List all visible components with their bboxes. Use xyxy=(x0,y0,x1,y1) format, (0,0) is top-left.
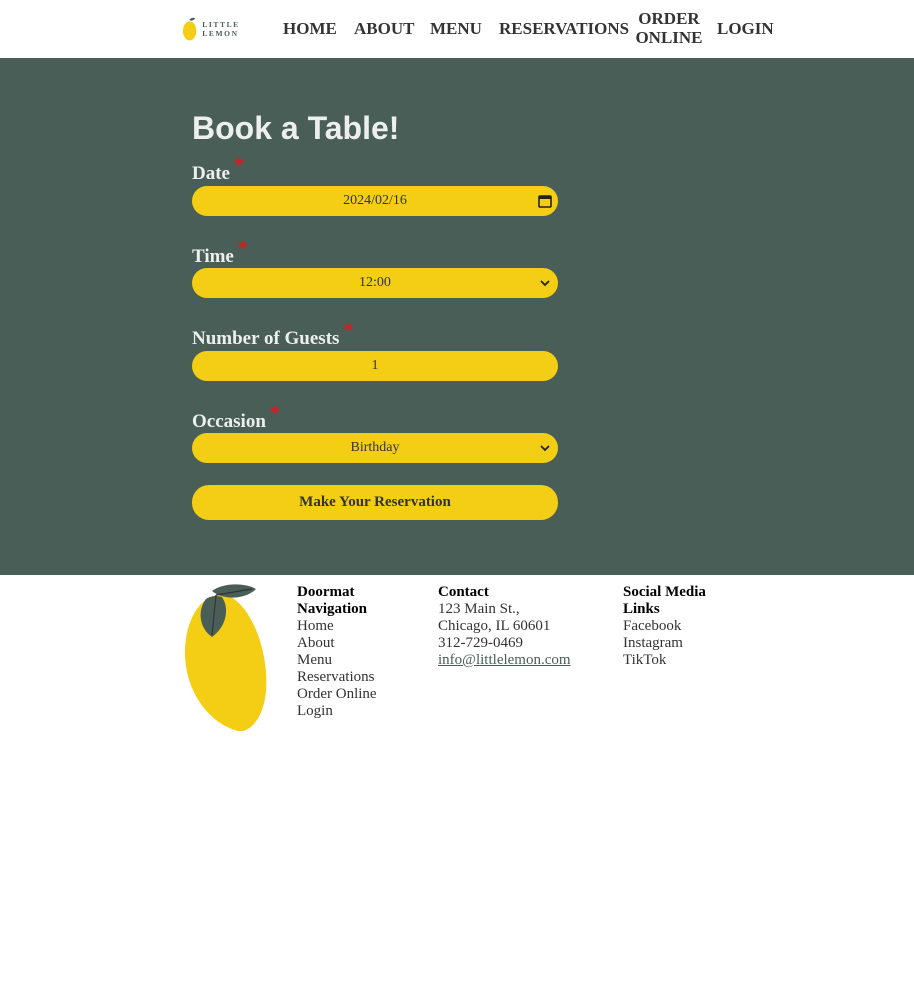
social-link-instagram[interactable]: Instagram xyxy=(623,635,723,652)
footer-link-login[interactable]: Login xyxy=(297,703,397,720)
chevron-down-icon xyxy=(540,445,550,452)
site-header: LITTLE LEMON HOME ABOUT MENU RESERVATION… xyxy=(0,0,914,58)
contact-address-line2: Chicago, IL 60601 xyxy=(438,618,551,634)
footer-navigation: Doormat Navigation Home About Menu Reser… xyxy=(297,584,397,720)
occasion-select[interactable]: Birthday xyxy=(192,433,558,463)
nav-login-link[interactable]: LOGIN xyxy=(717,19,774,38)
contact-phone: 312-729-0469 xyxy=(438,635,523,651)
footer-social-heading-line2: Links xyxy=(623,601,660,617)
time-required-mark: * xyxy=(237,237,248,259)
nav-menu-link[interactable]: MENU xyxy=(430,19,482,38)
footer-link-home[interactable]: Home xyxy=(297,618,397,635)
lemon-footer-logo-icon xyxy=(184,584,267,732)
contact-address-line1: 123 Main St., xyxy=(438,601,520,617)
time-select[interactable]: 12:00 xyxy=(192,268,558,298)
footer-social-heading-line1: Social Media xyxy=(623,584,706,600)
occasion-label: Occasion * xyxy=(192,402,280,433)
footer-nav-heading: Doormat Navigation xyxy=(297,584,397,618)
time-value: 12:00 xyxy=(359,275,391,290)
occasion-value: Birthday xyxy=(350,440,400,455)
footer-link-reservations[interactable]: Reservations xyxy=(297,669,397,686)
time-label-text: Time xyxy=(192,246,234,267)
footer-contact-heading: Contact xyxy=(438,584,489,600)
guests-required-mark: * xyxy=(343,319,354,341)
social-link-tiktok[interactable]: TikTok xyxy=(623,652,723,669)
calendar-icon[interactable] xyxy=(538,194,552,208)
date-input[interactable]: 2024/02/16 xyxy=(192,186,558,216)
nav-home-link[interactable]: HOME xyxy=(283,19,337,38)
footer-social-heading: Social Media Links xyxy=(623,584,723,618)
guests-value: 1 xyxy=(371,358,379,373)
footer-link-menu[interactable]: Menu xyxy=(297,652,397,669)
logo-wordmark: LITTLE LEMON xyxy=(202,20,240,38)
social-link-facebook[interactable]: Facebook xyxy=(623,618,723,635)
guests-label: Number of Guests * xyxy=(192,319,353,350)
guests-label-text: Number of Guests xyxy=(192,328,340,349)
footer-nav-heading-line1: Doormat xyxy=(297,584,355,600)
footer-contact: Contact 123 Main St., Chicago, IL 60601 … xyxy=(438,584,588,669)
date-label-text: Date xyxy=(192,163,230,184)
guests-input[interactable]: 1 xyxy=(192,351,558,381)
nav-order-online-line2: ONLINE xyxy=(635,28,703,47)
footer-link-about[interactable]: About xyxy=(297,635,397,652)
chevron-down-icon xyxy=(540,280,550,287)
nav-order-online-link[interactable]: ORDER ONLINE xyxy=(632,9,706,47)
contact-email-link[interactable]: info@littlelemon.com xyxy=(438,652,588,669)
occasion-required-mark: * xyxy=(269,402,280,424)
nav-reservations-link[interactable]: RESERVATIONS xyxy=(499,19,629,38)
occasion-label-text: Occasion xyxy=(192,411,266,432)
date-value: 2024/02/16 xyxy=(343,193,407,208)
make-reservation-button[interactable]: Make Your Reservation xyxy=(192,485,558,520)
footer-nav-heading-line2: Navigation xyxy=(297,601,368,617)
little-lemon-logo[interactable]: LITTLE LEMON xyxy=(182,16,276,42)
time-label: Time * xyxy=(192,237,248,268)
page-title: Book a Table! xyxy=(192,110,400,146)
nav-about-link[interactable]: ABOUT xyxy=(354,19,414,38)
footer-link-order-online[interactable]: Order Online xyxy=(297,686,397,703)
date-required-mark: * xyxy=(233,154,244,176)
nav-order-online-line1: ORDER xyxy=(638,9,700,28)
footer-social: Social Media Links Facebook Instagram Ti… xyxy=(623,584,723,669)
booking-section: Book a Table! Date * 2024/02/16 Time * 12:… xyxy=(0,58,914,575)
lemon-logo-icon xyxy=(182,17,197,41)
date-label: Date * xyxy=(192,154,244,185)
